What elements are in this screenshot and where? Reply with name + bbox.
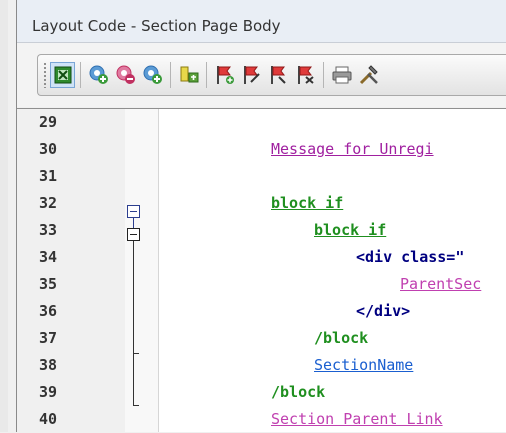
flag-remove-button[interactable] <box>293 61 318 89</box>
edit-code-button[interactable] <box>140 61 165 89</box>
toolbar-grip[interactable] <box>43 62 47 88</box>
code-line: 33 block if <box>17 217 506 244</box>
flag-icon <box>270 66 286 84</box>
flag-add-button[interactable] <box>212 61 237 89</box>
toolbar-separator <box>206 62 207 88</box>
code-text: <div class=" <box>356 248 465 266</box>
code-line: 32 block if <box>17 190 506 217</box>
code-text: ParentSec <box>400 275 482 293</box>
line-number: 38 <box>39 356 58 374</box>
line-number: 29 <box>39 113 58 131</box>
code-text: Message for Unregi <box>271 140 434 158</box>
tools-button[interactable] <box>356 61 381 89</box>
edit-code-icon <box>143 65 162 84</box>
remove-code-button[interactable] <box>113 61 138 89</box>
toolbar-separator <box>170 62 171 88</box>
code-line: 30 Message for Unregi <box>17 136 506 163</box>
code-line: 31 <box>17 163 506 190</box>
print-icon <box>332 66 351 84</box>
code-text: Section Parent Link <box>271 410 443 428</box>
add-code-icon <box>89 65 108 84</box>
title-bar[interactable]: Layout Code - Section Page Body <box>17 0 506 43</box>
line-number: 34 <box>39 248 58 266</box>
code-editor[interactable]: 29 30 Message for Unregi 31 32 block if … <box>17 108 506 432</box>
code-line: 39 /block <box>17 379 506 406</box>
code-line: 38 SectionName <box>17 352 506 379</box>
line-number: 36 <box>39 302 58 320</box>
line-number: 39 <box>39 383 58 401</box>
flag-edit-icon <box>243 66 260 84</box>
code-text: block if <box>314 221 387 239</box>
code-text: /block <box>314 329 369 347</box>
line-number: 40 <box>39 410 58 428</box>
remove-code-icon <box>116 65 135 84</box>
code-line: 35 ParentSec <box>17 271 506 298</box>
toolbar-separator <box>80 62 81 88</box>
line-number: 35 <box>39 275 58 293</box>
frame-icon <box>54 66 71 84</box>
insert-button[interactable] <box>176 61 201 89</box>
line-number: 32 <box>39 194 58 212</box>
line-number: 31 <box>39 167 58 185</box>
code-text: SectionName <box>314 356 414 374</box>
toolbar-area <box>17 43 506 107</box>
code-line: 37 /block <box>17 325 506 352</box>
flag-remove-icon <box>297 66 314 84</box>
code-line: 29 <box>17 109 506 136</box>
code-text: /block <box>271 383 326 401</box>
toolbar-separator <box>323 62 324 88</box>
code-line: 40 Section Parent Link <box>17 406 506 433</box>
line-number: 33 <box>39 221 58 239</box>
flag-add-icon <box>216 66 234 84</box>
flag-button[interactable] <box>266 61 291 89</box>
code-text: block if <box>271 194 344 212</box>
line-number: 37 <box>39 329 58 347</box>
line-number: 30 <box>39 140 58 158</box>
print-button[interactable] <box>329 61 354 89</box>
tools-icon <box>359 65 378 85</box>
add-code-button[interactable] <box>86 61 111 89</box>
frame-button[interactable] <box>50 62 75 88</box>
insert-icon <box>180 66 198 83</box>
code-text: </div> <box>356 302 411 320</box>
code-line: 34 <div class=" <box>17 244 506 271</box>
flag-edit-button[interactable] <box>239 61 264 89</box>
code-line: 36 </div> <box>17 298 506 325</box>
window-title: Layout Code - Section Page Body <box>32 17 281 35</box>
toolbar <box>37 54 506 96</box>
layout-code-window: Layout Code - Section Page Body 29 30 Me… <box>0 0 506 432</box>
